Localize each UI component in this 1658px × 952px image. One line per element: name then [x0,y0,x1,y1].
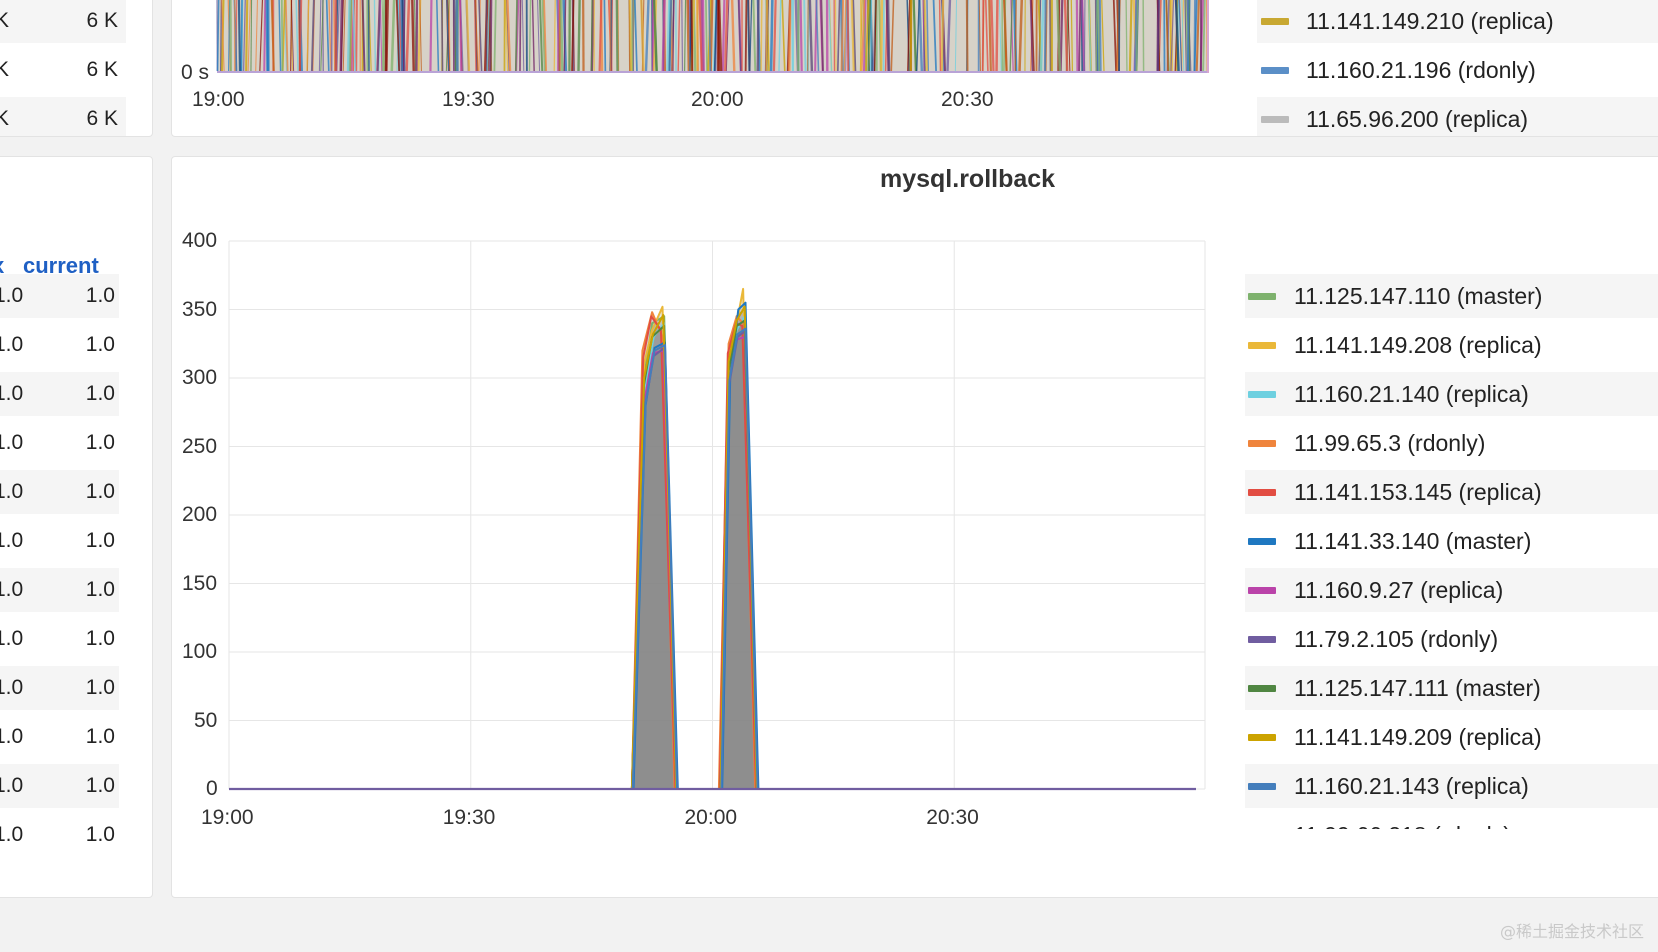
legend-item[interactable]: 11.125.147.111 (master) [1245,666,1658,710]
y-tick-label: 300 [182,366,218,389]
legend-label: 11.79.2.105 (rdonly) [1294,626,1499,652]
x-tick-label: 19:30 [442,806,496,829]
legend-swatch-icon [1248,734,1276,741]
y-tick-label: 50 [194,708,218,732]
legend-swatch-icon [1248,342,1276,349]
legend-swatch-icon [1248,587,1276,594]
legend-label: 11.141.153.145 (replica) [1294,479,1542,505]
legend-item[interactable]: 11.160.21.140 (replica) [1245,372,1658,416]
legend-label: 11.160.21.143 (replica) [1294,773,1529,799]
legend-item: 11.99.66.218 (rdonly) [1245,813,1658,829]
legend-label: 11.99.66.218 (rdonly) [1294,813,1511,829]
legend-item[interactable]: 11.125.147.110 (master) [1245,274,1658,318]
legend-label: 11.141.33.140 (master) [1294,528,1532,554]
legend-swatch-icon [1248,489,1276,496]
legend-item[interactable]: 11.160.9.27 (replica) [1245,568,1658,612]
legend-item[interactable]: 11.141.153.145 (replica) [1245,470,1658,514]
legend-item[interactable]: 11.99.65.3 (rdonly) [1245,421,1658,465]
y-tick-label: 200 [182,503,218,526]
y-tick-label: 150 [182,571,218,595]
legend-swatch-icon [1248,293,1276,300]
legend-swatch-icon [1248,685,1276,692]
legend-label: 11.160.21.140 (replica) [1294,381,1529,407]
legend-label: 11.160.9.27 (replica) [1294,577,1504,603]
legend-label: 11.125.147.110 (master) [1294,283,1543,309]
legend-item[interactable]: 11.160.21.143 (replica) [1245,764,1658,808]
watermark: @稀土掘金技术社区 [1499,922,1644,941]
legend-label: 11.99.65.3 (rdonly) [1294,430,1486,456]
y-tick-label: 250 [182,434,218,458]
x-tick-label: 20:30 [926,806,979,829]
y-tick-label: 400 [182,229,218,252]
legend-label: 11.125.147.111 (master) [1294,675,1541,701]
y-tick-label: 350 [182,297,218,321]
y-tick-label: 100 [182,640,218,663]
legend-swatch-icon [1248,636,1276,643]
legend-swatch-icon [1248,440,1276,447]
legend-item[interactable]: 11.141.33.140 (master) [1245,519,1658,563]
legend-item[interactable]: 11.79.2.105 (rdonly) [1245,617,1658,661]
x-tick-label: 20:00 [684,806,738,829]
legend-label: 11.141.149.208 (replica) [1294,332,1542,358]
legend-item[interactable]: 11.141.149.208 (replica) [1245,323,1658,367]
x-tick-label: 19:00 [201,806,254,829]
legend-swatch-icon [1248,391,1276,398]
y-tick-label: 0 [206,777,218,800]
legend-swatch-icon [1248,538,1276,545]
legend-item[interactable]: 11.141.149.209 (replica) [1245,715,1658,759]
legend-swatch-icon [1248,783,1276,790]
legend-label: 11.141.149.209 (replica) [1294,724,1542,750]
